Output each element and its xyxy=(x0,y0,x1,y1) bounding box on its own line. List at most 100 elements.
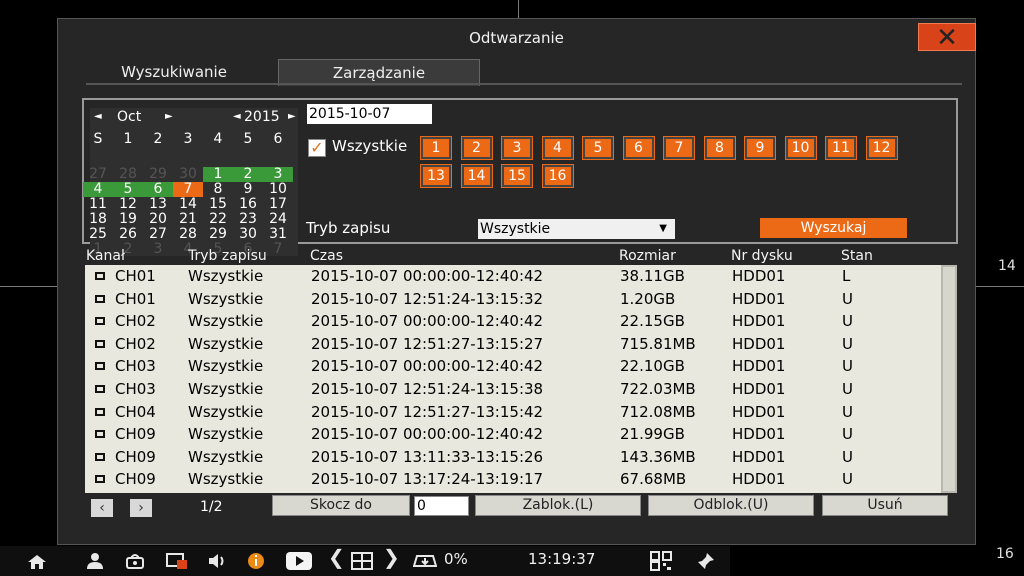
next-month-arrow[interactable]: ► xyxy=(165,108,173,126)
scroll-thumb[interactable] xyxy=(943,267,955,491)
channel-button-15[interactable]: 15 xyxy=(501,164,533,188)
channel-button-16[interactable]: 16 xyxy=(541,164,574,188)
grid-layout-icon[interactable] xyxy=(350,551,374,571)
table-row[interactable]: CH01 Wszystkie 2015-10-07 00:00:00-12:40:4… xyxy=(85,265,957,288)
prev-page-button[interactable]: ‹ xyxy=(91,499,113,517)
prev-month-arrow[interactable]: ◄ xyxy=(94,108,102,126)
calendar-day[interactable]: 19 xyxy=(113,212,143,227)
table-row[interactable]: CH03 Wszystkie 2015-10-07 12:51:24-13:15:3… xyxy=(85,378,957,401)
jump-page-input[interactable]: 0 xyxy=(414,496,469,516)
home-icon[interactable] xyxy=(27,554,47,570)
calendar-day[interactable]: 5 xyxy=(113,182,143,197)
close-button[interactable]: ✕ xyxy=(918,23,976,52)
calendar-day[interactable]: 1 xyxy=(203,167,233,182)
alarm-icon[interactable] xyxy=(124,552,146,570)
calendar-day[interactable]: 29 xyxy=(143,167,173,182)
row-select-icon[interactable] xyxy=(95,339,105,348)
row-select-icon[interactable] xyxy=(95,362,105,371)
tab-search[interactable]: Wyszukiwanie xyxy=(86,59,262,85)
calendar-day[interactable]: 9 xyxy=(233,182,263,197)
table-row[interactable]: CH09 Wszystkie 2015-10-07 13:17:24-13:19:1… xyxy=(85,468,957,491)
pin-icon[interactable] xyxy=(697,552,715,570)
row-select-icon[interactable] xyxy=(95,272,105,280)
volume-icon[interactable] xyxy=(207,553,227,569)
calendar-day[interactable]: 22 xyxy=(203,212,233,227)
calendar-day[interactable]: 7 xyxy=(173,182,203,197)
calendar-day[interactable]: 28 xyxy=(173,227,203,242)
info-icon[interactable] xyxy=(246,552,266,570)
calendar-day[interactable]: 24 xyxy=(263,212,293,227)
channel-button-8[interactable]: 8 xyxy=(703,136,736,160)
table-row[interactable]: CH01 Wszystkie 2015-10-07 12:51:24-13:15:3… xyxy=(85,288,957,311)
tab-manage[interactable]: Zarządzanie xyxy=(278,59,480,86)
calendar-day[interactable]: 21 xyxy=(173,212,203,227)
row-select-icon[interactable] xyxy=(95,317,105,326)
table-scrollbar[interactable] xyxy=(941,265,957,493)
calendar-day[interactable]: 3 xyxy=(263,167,293,182)
chevron-left-icon[interactable]: ❮ xyxy=(328,547,345,567)
unlock-button[interactable]: Odblok.(U) xyxy=(648,495,814,516)
channel-button-10[interactable]: 10 xyxy=(784,136,817,160)
calendar-day[interactable]: 26 xyxy=(113,227,143,242)
hdd-icon[interactable] xyxy=(413,552,437,570)
playback-icon[interactable] xyxy=(285,551,313,571)
next-page-button[interactable]: › xyxy=(130,499,152,517)
channel-button-13[interactable]: 13 xyxy=(420,164,452,188)
calendar-day[interactable]: 2 xyxy=(233,167,263,182)
record-mode-select[interactable]: Wszystkie ▼ xyxy=(478,219,675,239)
delete-button[interactable]: Usuń xyxy=(822,495,948,516)
row-select-icon[interactable] xyxy=(95,407,105,416)
channel-button-7[interactable]: 7 xyxy=(663,136,695,160)
calendar-day[interactable]: 15 xyxy=(203,197,233,212)
calendar-day[interactable]: 17 xyxy=(263,197,293,212)
next-year-arrow[interactable]: ► xyxy=(288,108,296,126)
calendar-day[interactable]: 16 xyxy=(233,197,263,212)
channel-button-14[interactable]: 14 xyxy=(460,164,493,188)
all-channels-checkbox[interactable]: ✓ xyxy=(308,139,326,157)
calendar-day[interactable]: 20 xyxy=(143,212,173,227)
table-row[interactable]: CH02 Wszystkie 2015-10-07 12:51:27-13:15:2… xyxy=(85,333,957,356)
calendar-day[interactable]: 27 xyxy=(83,167,113,182)
channel-button-3[interactable]: 3 xyxy=(501,136,533,160)
calendar-day[interactable]: 31 xyxy=(263,227,293,242)
channel-button-11[interactable]: 11 xyxy=(825,136,857,160)
calendar-day[interactable]: 14 xyxy=(173,197,203,212)
calendar-day[interactable]: 23 xyxy=(233,212,263,227)
calendar-day[interactable]: 11 xyxy=(83,197,113,212)
prev-year-arrow[interactable]: ◄ xyxy=(233,108,241,126)
lock-button[interactable]: Zablok.(L) xyxy=(475,495,641,516)
user-icon[interactable] xyxy=(85,552,105,570)
date-field[interactable]: 2015-10-07 xyxy=(307,104,432,124)
row-select-icon[interactable] xyxy=(95,294,105,303)
table-row[interactable]: CH03 Wszystkie 2015-10-07 00:00:00-12:40:4… xyxy=(85,355,957,378)
table-row[interactable]: CH09 Wszystkie 2015-10-07 13:11:33-13:15:2… xyxy=(85,446,957,469)
calendar-day[interactable]: 29 xyxy=(203,227,233,242)
channel-button-2[interactable]: 2 xyxy=(460,136,493,160)
calendar-day[interactable]: 18 xyxy=(83,212,113,227)
jump-button[interactable]: Skocz do xyxy=(272,495,410,516)
channel-button-6[interactable]: 6 xyxy=(622,136,655,160)
table-row[interactable]: CH09 Wszystkie 2015-10-07 00:00:00-12:40:4… xyxy=(85,423,957,446)
calendar-day[interactable]: 30 xyxy=(233,227,263,242)
calendar-day[interactable]: 10 xyxy=(263,182,293,197)
calendar-day[interactable]: 25 xyxy=(83,227,113,242)
calendar-day[interactable]: 28 xyxy=(113,167,143,182)
search-button[interactable]: Wyszukaj xyxy=(760,218,907,238)
channel-button-4[interactable]: 4 xyxy=(541,136,574,160)
calendar-day[interactable]: 27 xyxy=(143,227,173,242)
table-row[interactable]: CH02 Wszystkie 2015-10-07 00:00:00-12:40:4… xyxy=(85,310,957,333)
channel-button-1[interactable]: 1 xyxy=(420,136,452,160)
row-select-icon[interactable] xyxy=(95,430,105,439)
row-select-icon[interactable] xyxy=(95,385,105,393)
qr-code-icon[interactable] xyxy=(650,551,672,571)
row-select-icon[interactable] xyxy=(95,475,105,484)
table-row[interactable]: CH04 Wszystkie 2015-10-07 12:51:27-13:15:4… xyxy=(85,401,957,424)
calendar-day[interactable]: 13 xyxy=(143,197,173,212)
channel-button-9[interactable]: 9 xyxy=(744,136,776,160)
channel-button-12[interactable]: 12 xyxy=(865,136,898,160)
calendar-day[interactable]: 30 xyxy=(173,167,203,182)
calendar-day[interactable]: 6 xyxy=(143,182,173,197)
channel-button-5[interactable]: 5 xyxy=(582,136,614,160)
calendar-day[interactable]: 4 xyxy=(83,182,113,197)
record-monitor-icon[interactable] xyxy=(165,551,189,571)
